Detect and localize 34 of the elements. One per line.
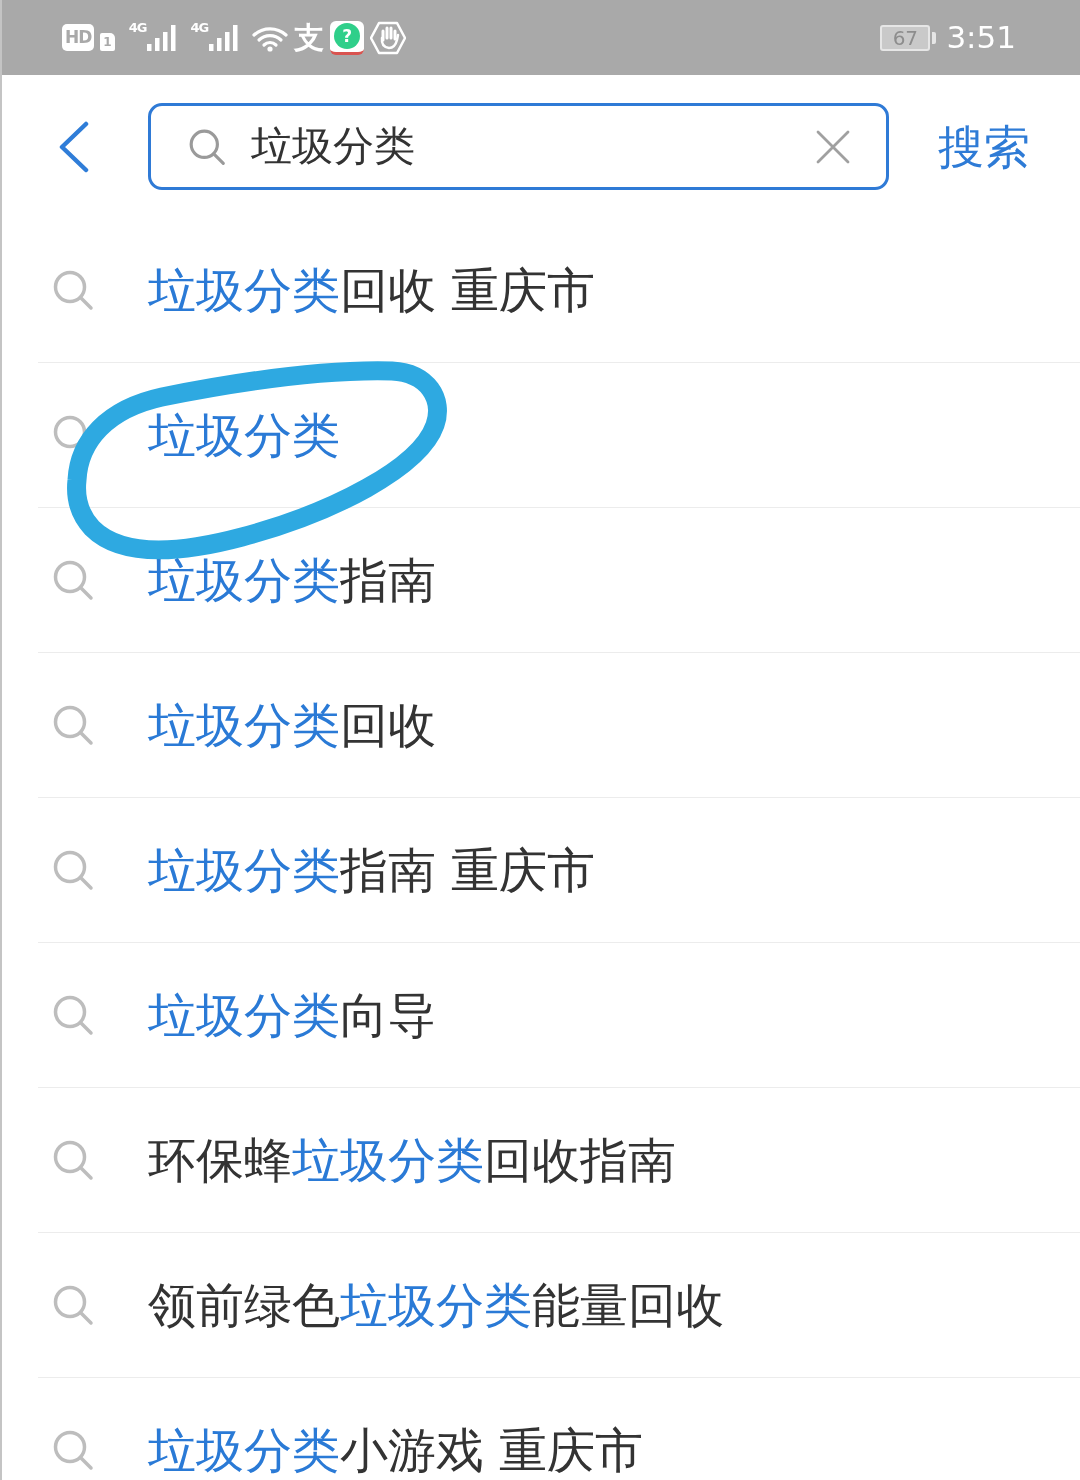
search-icon <box>188 127 226 166</box>
signal-bars-icon <box>146 24 177 51</box>
network-type-label: 4G <box>128 20 147 34</box>
suggestion-text[interactable]: 垃圾分类回收 重庆市 <box>148 263 596 317</box>
search-icon <box>52 1429 94 1471</box>
search-icon <box>52 269 94 311</box>
back-icon[interactable] <box>57 120 90 173</box>
notification-glyph: 支 <box>294 22 325 53</box>
search-icon <box>52 559 94 601</box>
suggestion-text[interactable]: 环保蜂垃圾分类回收指南 <box>148 1133 676 1187</box>
battery-indicator: 67 <box>880 24 937 51</box>
search-field[interactable]: 垃圾分类 <box>148 103 889 190</box>
hd-badge: HD <box>62 24 95 51</box>
clock: 3:51 <box>946 22 1016 53</box>
suggestion-text[interactable]: 垃圾分类指南 <box>148 553 436 607</box>
suggestion-text[interactable]: 领前绿色垃圾分类能量回收 <box>148 1278 724 1332</box>
suggestion-text[interactable]: 垃圾分类回收 <box>148 698 436 752</box>
search-icon <box>52 1139 94 1181</box>
search-icon <box>52 994 94 1036</box>
signal-bars-icon <box>208 24 239 51</box>
suggestion-text[interactable]: 垃圾分类小游戏 重庆市 <box>148 1423 644 1477</box>
search-icon <box>52 849 94 891</box>
search-icon <box>52 704 94 746</box>
hand-icon <box>370 20 407 55</box>
sim-badge: 1 <box>100 32 115 51</box>
search-query-text: 垃圾分类 <box>251 126 416 167</box>
network-type-label: 4G <box>190 20 209 34</box>
suggestion-text[interactable]: 垃圾分类向导 <box>148 988 436 1042</box>
search-button[interactable]: 搜索 <box>938 123 1030 170</box>
suggestion-text[interactable]: 垃圾分类 <box>148 408 340 462</box>
clear-icon[interactable] <box>816 129 850 164</box>
search-icon <box>52 1284 94 1326</box>
app-notification-icon: ? <box>330 20 365 55</box>
suggestion-text[interactable]: 垃圾分类指南 重庆市 <box>148 843 596 897</box>
